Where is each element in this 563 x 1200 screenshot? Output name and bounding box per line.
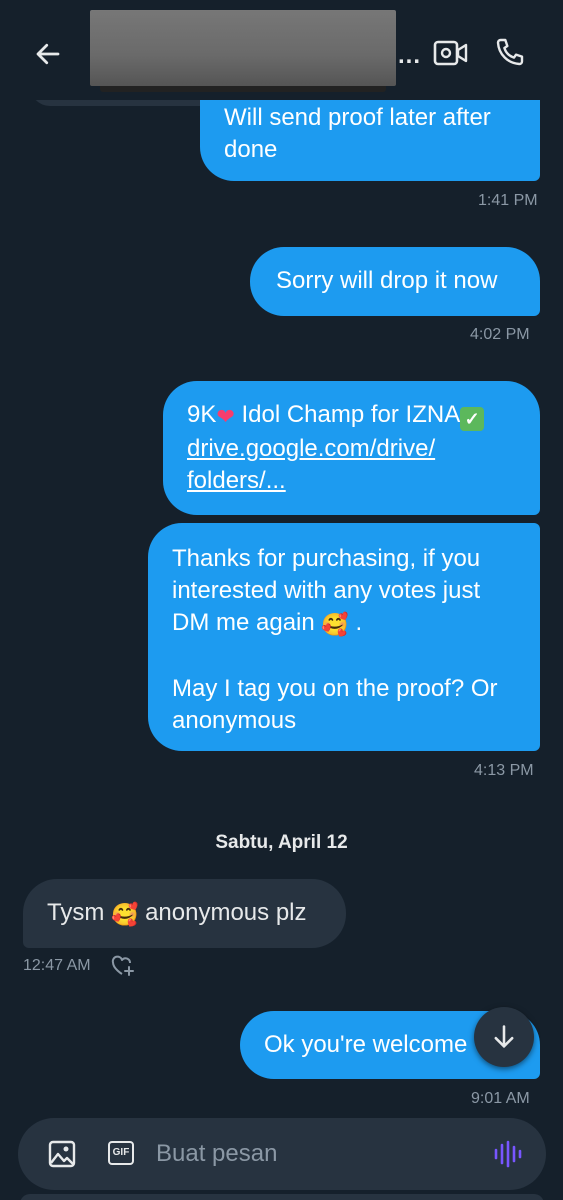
message-text-line: DM me again 🥰 . [172,607,516,641]
voice-message-icon[interactable] [492,1139,522,1169]
message-timestamp: 4:13 PM [474,762,534,779]
message-timestamp: 12:47 AM [23,957,91,974]
phone-icon [496,38,524,66]
back-button[interactable] [30,36,66,72]
arrow-left-icon [36,43,60,65]
date-separator: Sabtu, April 12 [215,832,348,853]
message-text: . [348,609,363,636]
image-icon[interactable] [48,1140,76,1168]
contact-name-redacted[interactable] [90,10,396,92]
red-heart-emoji: ❤ [216,404,235,429]
message-text: Will send proof later after done [224,104,491,163]
message-timestamp: 9:01 AM [471,1090,530,1107]
message-text: Sorry will drop it now [276,267,498,294]
message-composer: GIF [18,1118,546,1190]
scroll-to-bottom-button[interactable] [474,1007,534,1067]
message-text: Ok you're welcome [264,1031,468,1058]
message-timestamp: 1:41 PM [478,192,538,209]
message-text-line: 9K❤ Idol Champ for IZNA ✓ [187,399,516,433]
message-text: interested with any votes just [172,577,481,604]
message-bubble-incoming[interactable]: Tysm 🥰 anonymous plz [23,879,346,948]
message-text: anonymous plz [138,899,307,926]
keyboard-edge [20,1194,544,1200]
video-call-icon [433,40,468,66]
message-bubble-outgoing[interactable]: Sorry will drop it now [250,247,540,316]
smiling-face-with-hearts-emoji: 🥰 [111,902,139,927]
message-bubble-outgoing[interactable]: Thanks for purchasing, if you interested… [148,523,540,751]
check-mark-emoji: ✓ [460,407,485,431]
drive-link[interactable]: drive.google.com/drive/folders/... [187,435,435,494]
voice-call-button[interactable] [494,36,526,68]
message-bubble-outgoing[interactable]: Will send proof later after done [200,92,540,181]
link-text: folders/... [187,467,286,494]
gif-button[interactable]: GIF [108,1141,134,1165]
message-text: May I tag you on the proof? Or [172,675,498,702]
arrow-down-icon [494,1025,514,1048]
link-text: drive.google.com/drive/ [187,435,436,462]
message-bubble-outgoing[interactable]: 9K❤ Idol Champ for IZNA ✓ drive.google.co… [163,381,540,515]
smiling-face-with-hearts-emoji: 🥰 [321,612,349,637]
video-call-button[interactable] [433,38,469,68]
more-options-button[interactable]: ... [398,42,421,70]
message-text: anonymous [172,707,297,734]
add-reaction-icon[interactable] [110,954,136,978]
message-text: DM me again [172,609,315,636]
message-text: Tysm [47,899,105,926]
message-text: 9K [187,401,217,428]
chat-header: ... [0,0,563,100]
message-text: Thanks for purchasing, if you [172,545,481,572]
message-text: Idol Champ for IZNA [234,401,461,428]
message-timestamp: 4:02 PM [470,326,530,343]
message-input[interactable] [156,1134,476,1174]
